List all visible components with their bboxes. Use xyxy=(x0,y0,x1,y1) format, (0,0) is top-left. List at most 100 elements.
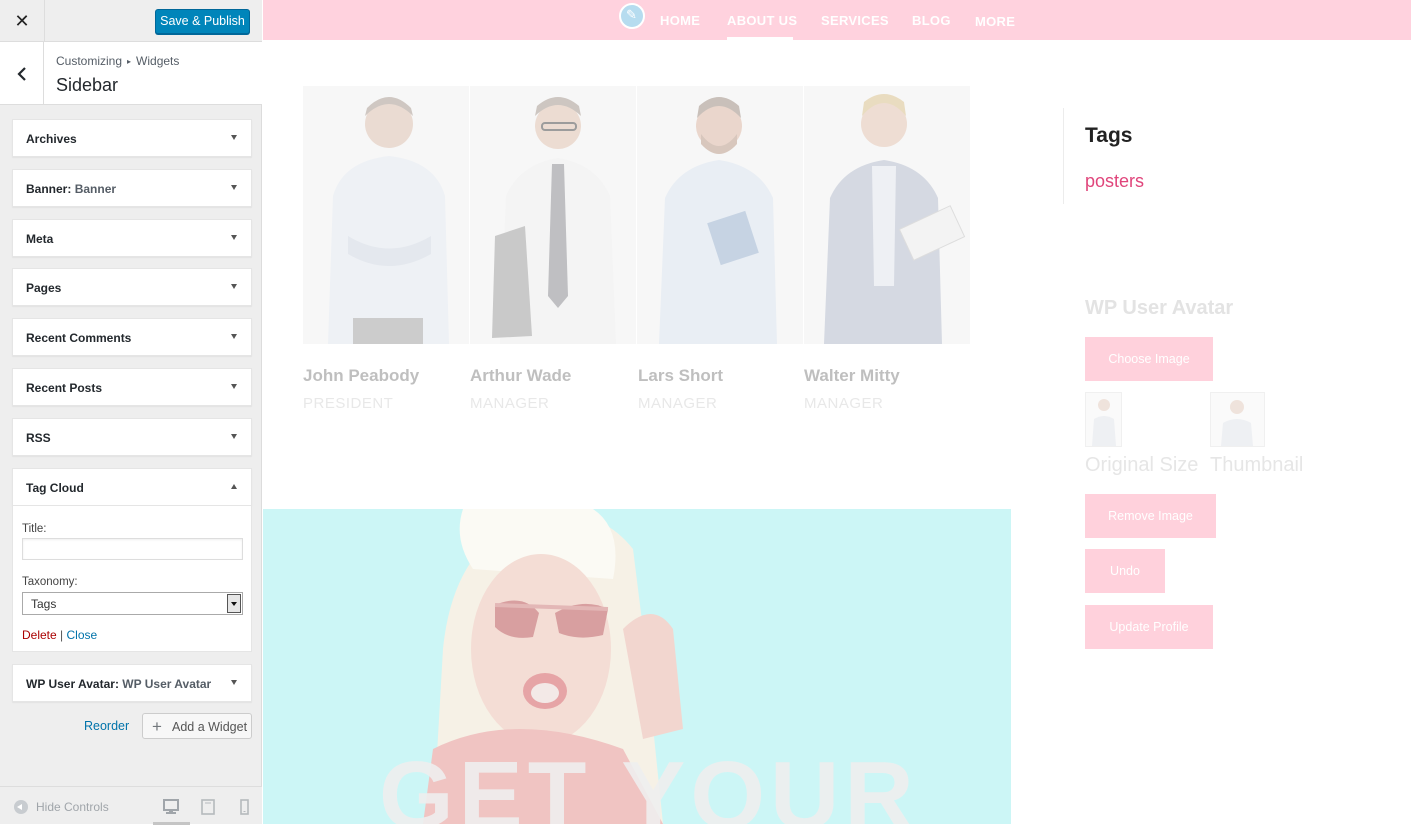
widget-title: RSS xyxy=(26,431,51,445)
widget-title: Pages xyxy=(26,281,62,295)
breadcrumb-customizing: Customizing xyxy=(56,54,123,68)
widget-title: WP User Avatar: WP User Avatar xyxy=(26,677,212,691)
action-divider: | xyxy=(60,628,64,642)
site-preview: HOME ABOUT US SERVICES BLOG MORE xyxy=(263,0,1411,824)
widget-title-name: WP User Avatar xyxy=(26,677,115,691)
title-label: Title: xyxy=(22,523,47,535)
active-nav-indicator xyxy=(727,37,793,40)
close-link[interactable]: Close xyxy=(67,628,98,642)
hide-controls-button[interactable]: Hide Controls xyxy=(14,800,109,814)
tag-link[interactable]: posters xyxy=(1085,171,1144,192)
update-profile-button[interactable]: Update Profile xyxy=(1085,605,1213,649)
plus-icon: + xyxy=(152,717,162,736)
chevron-down-icon xyxy=(231,434,237,439)
team-name: Walter Mitty xyxy=(804,366,900,385)
tablet-preview-button[interactable] xyxy=(196,795,220,819)
nav-more[interactable]: MORE xyxy=(975,14,1015,29)
undo-button[interactable]: Undo xyxy=(1085,549,1165,593)
nav-about-us[interactable]: ABOUT US xyxy=(727,13,797,28)
remove-image-button[interactable]: Remove Image xyxy=(1085,494,1216,538)
widget-title: Banner: Banner xyxy=(26,182,117,196)
widget-subtitle: Banner xyxy=(74,182,117,196)
widget-recent-posts[interactable]: Recent Posts xyxy=(12,368,252,406)
widget-title: Meta xyxy=(26,232,54,246)
team-role: MANAGER xyxy=(804,395,884,412)
team-photo xyxy=(637,86,803,344)
avatar-thumbnail-image xyxy=(1210,392,1265,447)
team-role: MANAGER xyxy=(638,395,718,412)
widget-title: Tag Cloud xyxy=(26,481,84,495)
close-icon[interactable]: ✕ xyxy=(0,0,45,42)
team-name: Lars Short xyxy=(638,366,724,385)
team-role: MANAGER xyxy=(470,395,550,412)
breadcrumb-widgets: Widgets xyxy=(136,54,180,68)
chevron-down-icon xyxy=(231,334,237,339)
taxonomy-selected-value: Tags xyxy=(31,597,57,611)
collapse-icon xyxy=(14,800,28,814)
widget-banner[interactable]: Banner: Banner xyxy=(12,169,252,207)
delete-link[interactable]: Delete xyxy=(22,628,57,642)
sidebar-divider xyxy=(1063,108,1064,204)
chevron-down-icon xyxy=(231,235,237,240)
tags-widget-title: Tags xyxy=(1085,124,1133,147)
add-widget-button[interactable]: + Add a Widget xyxy=(142,713,252,739)
back-button[interactable] xyxy=(0,42,44,105)
chevron-down-icon[interactable] xyxy=(227,594,241,613)
widget-pages[interactable]: Pages xyxy=(12,268,252,306)
save-publish-button[interactable]: Save & Publish xyxy=(155,9,250,34)
edit-pencil-icon[interactable] xyxy=(619,3,645,29)
team-name: John Peabody xyxy=(303,366,420,385)
banner-headline: GET YOUR xyxy=(379,742,919,824)
chevron-down-icon xyxy=(231,680,237,685)
thumbnail-label: Thumbnail xyxy=(1210,454,1304,476)
widget-title-name: Banner xyxy=(26,182,68,196)
desktop-preview-button[interactable] xyxy=(153,795,190,825)
choose-image-button[interactable]: Choose Image xyxy=(1085,337,1213,381)
site-navigation: HOME ABOUT US SERVICES BLOG MORE xyxy=(263,0,1411,40)
widget-title: Archives xyxy=(26,132,77,146)
desktop-icon xyxy=(163,799,179,814)
hide-controls-label: Hide Controls xyxy=(36,800,109,814)
mobile-preview-button[interactable] xyxy=(232,795,256,819)
widget-meta[interactable]: Meta xyxy=(12,219,252,257)
team-name: Arthur Wade xyxy=(470,366,572,385)
promo-banner: GET YOUR xyxy=(263,509,1011,824)
widget-tag-cloud[interactable]: Tag Cloud xyxy=(12,468,252,506)
chevron-down-icon xyxy=(231,284,237,289)
widget-title: Recent Posts xyxy=(26,381,103,395)
widget-subtitle: WP User Avatar xyxy=(122,677,212,691)
nav-blog[interactable]: BLOG xyxy=(912,13,951,28)
title-input[interactable] xyxy=(22,538,243,560)
chevron-down-icon xyxy=(231,384,237,389)
breadcrumb-separator: ▸ xyxy=(127,57,132,66)
team-photo xyxy=(804,86,970,344)
tag-cloud-form: Title: Taxonomy: Tags Delete | Close xyxy=(12,505,252,652)
wp-user-avatar-title: WP User Avatar xyxy=(1085,297,1234,319)
chevron-down-icon xyxy=(231,185,237,190)
reorder-link[interactable]: Reorder xyxy=(84,719,129,733)
widget-recent-comments[interactable]: Recent Comments xyxy=(12,318,252,356)
widget-title: Recent Comments xyxy=(26,331,132,345)
nav-home[interactable]: HOME xyxy=(660,13,700,28)
chevron-left-icon xyxy=(17,67,26,81)
widget-rss[interactable]: RSS xyxy=(12,418,252,456)
nav-services[interactable]: SERVICES xyxy=(821,13,889,28)
breadcrumb: Customizing ▸ Widgets xyxy=(56,54,179,68)
team-photo xyxy=(470,86,636,344)
widget-wp-user-avatar[interactable]: WP User Avatar: WP User Avatar xyxy=(12,664,252,702)
widget-actions: Delete | Close xyxy=(22,628,97,642)
taxonomy-select[interactable]: Tags xyxy=(22,592,243,615)
customizer-panel: ✕ Save & Publish Customizing ▸ Widgets Sid… xyxy=(0,0,262,825)
chevron-down-icon xyxy=(231,135,237,140)
mobile-icon xyxy=(240,799,249,815)
taxonomy-label: Taxonomy: xyxy=(22,576,78,588)
add-widget-label: Add a Widget xyxy=(172,720,248,734)
customizer-header: ✕ Save & Publish xyxy=(0,0,262,42)
chevron-up-icon xyxy=(231,484,237,489)
section-header: Customizing ▸ Widgets Sidebar xyxy=(0,42,262,105)
avatar-original-image xyxy=(1085,392,1122,447)
section-title: Sidebar xyxy=(56,75,119,95)
widget-archives[interactable]: Archives xyxy=(12,119,252,157)
team-photo xyxy=(303,86,469,344)
customizer-footer: Hide Controls xyxy=(0,786,262,825)
